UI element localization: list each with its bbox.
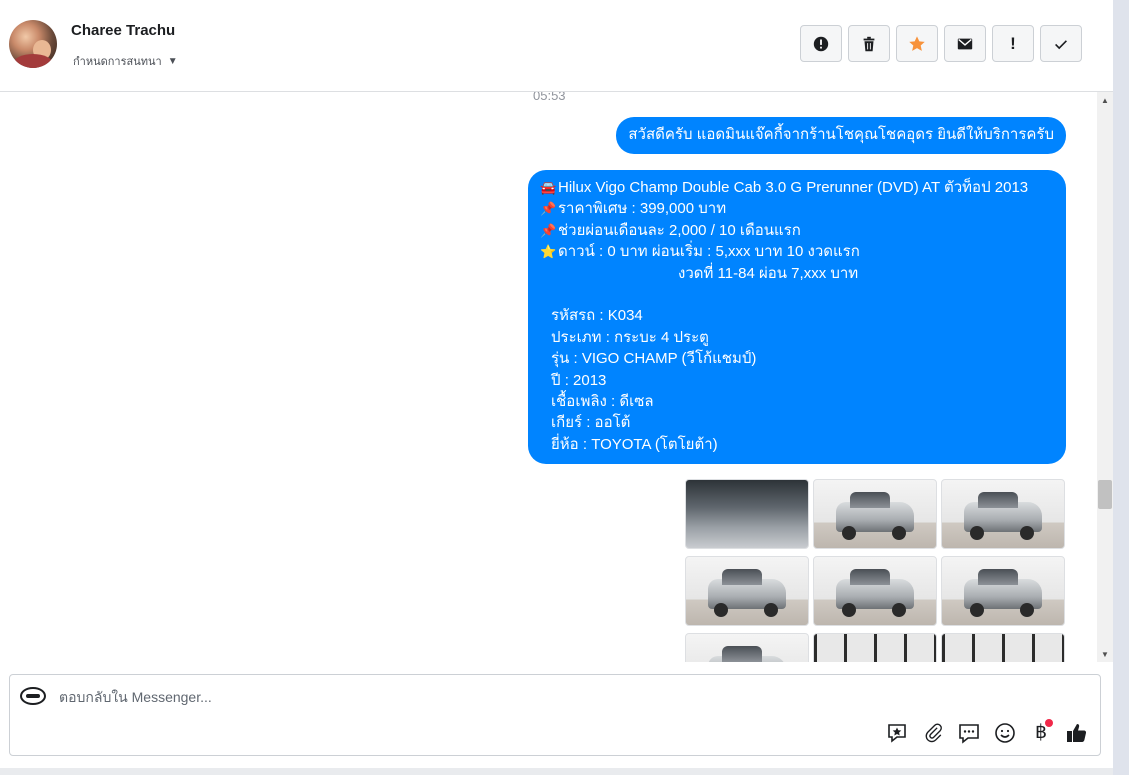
contact-name[interactable]: Charee Trachu (71, 22, 175, 39)
pushpin-icon: 📌 (540, 201, 557, 217)
emoji-icon[interactable] (993, 721, 1017, 745)
exclamation-icon: ! (1010, 33, 1016, 53)
price-line: 📌 ราคาพิเศษ : 399,000 บาท (540, 198, 1054, 219)
car-photo[interactable] (813, 556, 937, 626)
window-edge (1113, 0, 1129, 775)
trash-icon (863, 36, 875, 51)
contact-avatar[interactable] (9, 20, 57, 68)
car-model: รุ่น : VIGO CHAMP (วีโก้แชมป์) (551, 350, 757, 368)
conversation-panel: Charee Trachu กำหนดการสนทนา ▼ ! 05:53 สว… (0, 0, 1113, 768)
composer-actions: ฿ (885, 719, 1089, 745)
car-details-message[interactable]: 🚘 Hilux Vigo Champ Double Cab 3.0 G Preru… (528, 170, 1066, 464)
installment-text: ช่วยผ่อนเดือนละ 2,000 / 10 เดือนแรก (558, 221, 801, 239)
reply-composer: ฿ (9, 674, 1101, 756)
mark-done-button[interactable] (1040, 25, 1082, 62)
message-thread[interactable]: 05:53 สวัสดีครับ แอดมินแจ๊คกี้จากร้านโชค… (0, 92, 1113, 662)
follow-up-button[interactable]: ! (992, 25, 1034, 62)
check-icon (1055, 39, 1067, 49)
car-fuel: เชื้อเพลิง : ดีเซล (551, 392, 654, 410)
assign-conversation-label: กำหนดการสนทนา (73, 56, 162, 68)
price-text: ราคาพิเศษ : 399,000 บาท (558, 200, 727, 218)
car-type: ประเภท : กระบะ 4 ประตู (551, 328, 709, 346)
delete-button[interactable] (848, 25, 890, 62)
scroll-up-arrow-icon[interactable]: ▲ (1097, 92, 1113, 108)
car-photo[interactable] (685, 556, 809, 626)
car-photo[interactable] (685, 633, 809, 662)
photo-grid (685, 479, 1065, 662)
alert-circle-icon (813, 36, 829, 51)
car-icon: 🚘 (540, 180, 557, 195)
installment-line: 📌 ช่วยผ่อนเดือนละ 2,000 / 10 เดือนแรก (540, 220, 1054, 241)
messages-icon[interactable] (957, 721, 981, 745)
car-brand: ยี่ห้อ : TOYOTA (โตโยต้า) (551, 435, 718, 453)
down-payment-line: ⭐ ดาวน์ : 0 บาท ผ่อนเริ่ม : 5,xxx บาท 10 … (540, 241, 1054, 262)
star-emoji-icon: ⭐ (540, 244, 557, 260)
caret-down-icon: ▼ (167, 55, 178, 67)
car-photo[interactable] (813, 479, 937, 549)
reply-input[interactable] (59, 689, 659, 705)
envelope-icon (957, 38, 973, 49)
star-icon (909, 35, 925, 51)
assign-conversation-dropdown[interactable]: กำหนดการสนทนา ▼ (73, 52, 178, 70)
saved-reply-icon[interactable] (885, 721, 909, 745)
car-photo[interactable] (941, 633, 1065, 662)
scrollbar-thumb[interactable] (1098, 480, 1112, 509)
car-photo[interactable] (813, 633, 937, 662)
car-photo[interactable] (941, 479, 1065, 549)
payment-icon[interactable]: ฿ (1029, 719, 1053, 745)
thumbs-up-icon[interactable] (1065, 721, 1089, 745)
down-payment-cont-line: งวดที่ 11-84 ผ่อน 7,xxx บาท (678, 264, 859, 282)
conversation-header: Charee Trachu กำหนดการสนทนา ▼ ! (0, 0, 1113, 92)
car-title: Hilux Vigo Champ Double Cab 3.0 G Prerun… (558, 179, 1029, 196)
car-photo[interactable] (941, 556, 1065, 626)
attachment-icon[interactable] (921, 721, 945, 745)
down-payment-text: ดาวน์ : 0 บาท ผ่อนเริ่ม : 5,xxx บาท 10 ง… (558, 243, 860, 261)
pushpin-icon: 📌 (540, 222, 557, 238)
car-gear: เกียร์ : ออโต้ (551, 414, 631, 432)
thread-scrollbar[interactable]: ▲ ▼ (1097, 92, 1113, 662)
avatar-shirt (13, 54, 53, 68)
notification-dot (1045, 719, 1053, 727)
mark-unread-button[interactable] (944, 25, 986, 62)
greeting-message[interactable]: สวัสดีครับ แอดมินแจ๊คกี้จากร้านโชคุณโชคอ… (616, 117, 1066, 154)
star-button[interactable] (896, 25, 938, 62)
car-year: ปี : 2013 (551, 371, 607, 389)
title-line: 🚘 Hilux Vigo Champ Double Cab 3.0 G Preru… (540, 177, 1054, 198)
scroll-down-arrow-icon[interactable]: ▼ (1097, 646, 1113, 662)
spam-button[interactable] (800, 25, 842, 62)
message-timestamp: 05:53 (533, 92, 566, 103)
conversation-toolbar: ! (800, 25, 1082, 62)
car-photo[interactable] (685, 479, 809, 549)
car-code: รหัสรถ : K034 (551, 307, 643, 325)
page-logo-icon (20, 687, 46, 705)
